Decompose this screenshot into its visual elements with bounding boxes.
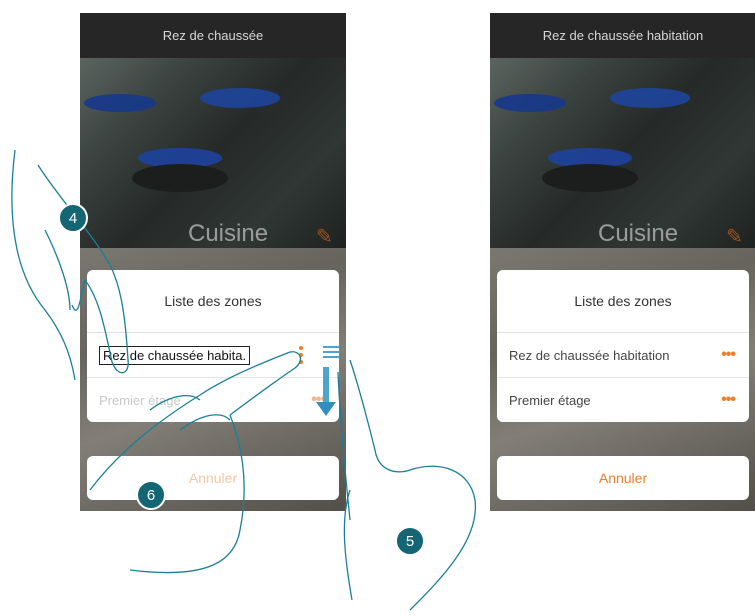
step-badge-6: 6	[136, 480, 166, 510]
step-badge-4: 4	[58, 203, 88, 233]
hand-outline	[11, 149, 76, 381]
step-badge-5: 5	[395, 526, 425, 556]
hand-illustrations	[11, 149, 476, 611]
arrow-down-icon	[316, 367, 336, 416]
